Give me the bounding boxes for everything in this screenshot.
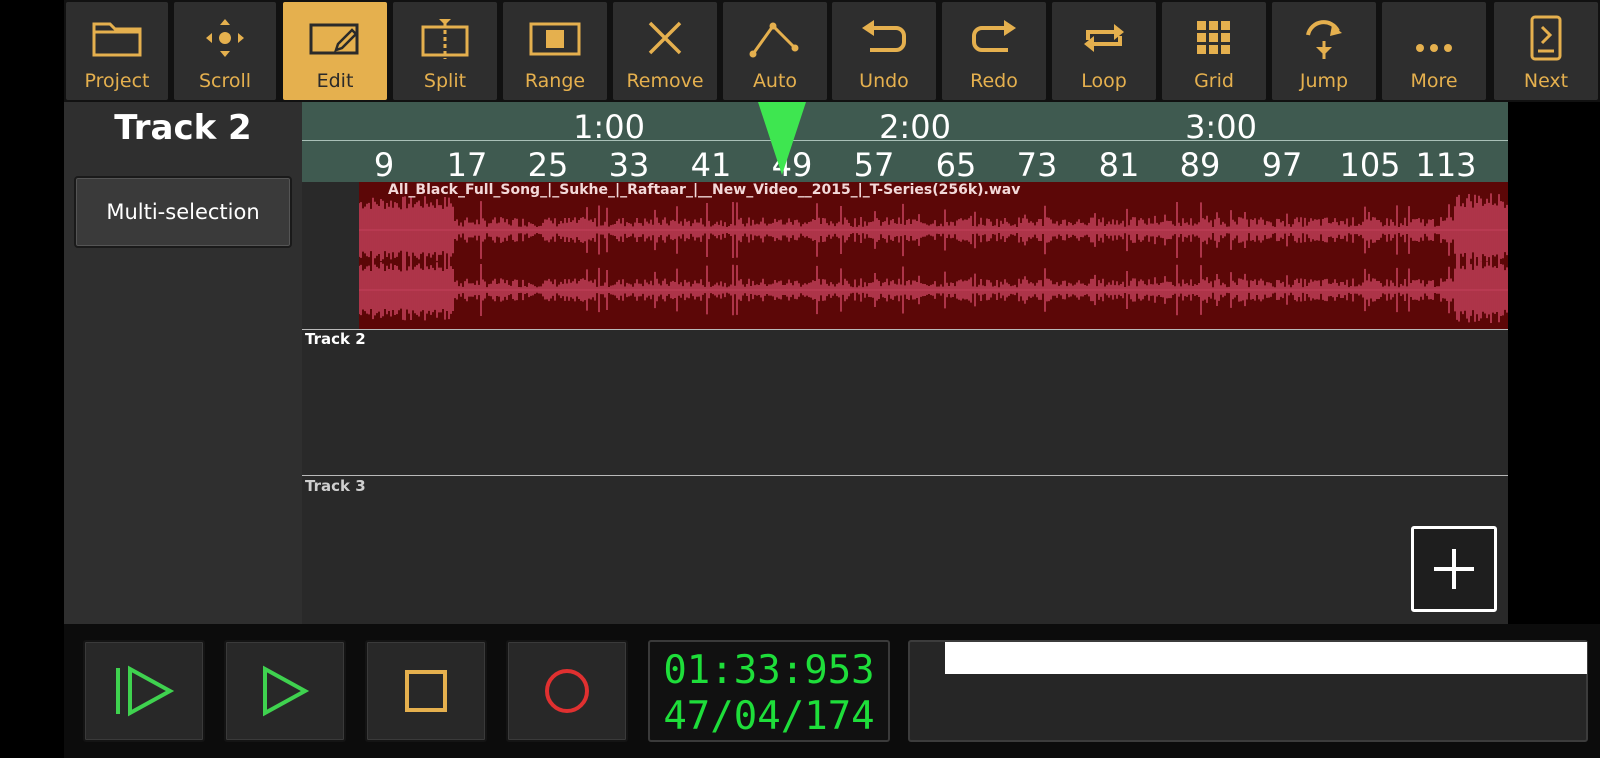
- x-icon: [637, 14, 693, 62]
- stop-button[interactable]: [365, 640, 487, 742]
- play-from-start-icon: [116, 665, 175, 717]
- ruler-bar-label: 9: [373, 146, 395, 184]
- split-button[interactable]: Split: [393, 2, 497, 100]
- edit-button[interactable]: Edit: [283, 2, 387, 100]
- pencil-box-icon: [307, 14, 363, 62]
- stop-icon: [405, 670, 447, 712]
- split-label: Split: [423, 70, 467, 92]
- more-dots-icon: [1406, 14, 1462, 62]
- auto-label: Auto: [752, 70, 798, 92]
- ruler-bar-label: 65: [935, 146, 977, 184]
- selected-track-title: Track 2: [114, 108, 252, 148]
- redo-label: Redo: [970, 70, 1018, 92]
- record-icon: [545, 669, 589, 713]
- track-divider: [302, 329, 1508, 330]
- time-readout: 01:33:953: [663, 648, 875, 693]
- scroll-label: Scroll: [198, 70, 252, 92]
- track-3-label: Track 3: [305, 477, 366, 495]
- grid-button[interactable]: Grid: [1162, 2, 1266, 100]
- ruler-bar-label: 97: [1261, 146, 1303, 184]
- remove-button[interactable]: Remove: [613, 2, 717, 100]
- play-from-start-button[interactable]: [83, 640, 205, 742]
- next-page-icon: [1518, 14, 1574, 62]
- time-counter[interactable]: 01:33:953 47/04/174: [648, 640, 890, 742]
- plus-icon: [1434, 549, 1474, 589]
- remove-label: Remove: [626, 70, 704, 92]
- ruler-bar-label: 81: [1098, 146, 1140, 184]
- overview-view-window[interactable]: [945, 642, 1587, 674]
- range-button[interactable]: Range: [503, 2, 607, 100]
- next-label: Next: [1523, 70, 1569, 92]
- undo-icon: [856, 14, 912, 62]
- play-icon: [263, 665, 310, 717]
- ruler-bar-label: 49: [771, 146, 813, 184]
- undo-label: Undo: [859, 70, 909, 92]
- undo-button[interactable]: Undo: [832, 2, 936, 100]
- range-icon: [527, 14, 583, 62]
- clip-waveform: [359, 193, 1508, 323]
- project-label: Project: [84, 70, 150, 92]
- ruler-bar-label: 105: [1339, 146, 1401, 184]
- add-track-button[interactable]: [1411, 526, 1497, 612]
- record-button[interactable]: [506, 640, 628, 742]
- jump-icon: [1296, 14, 1352, 62]
- right-edge-strip: [1508, 102, 1600, 624]
- redo-icon: [966, 14, 1022, 62]
- redo-button[interactable]: Redo: [942, 2, 1046, 100]
- loop-icon: [1076, 14, 1132, 62]
- ruler-time-label: 3:00: [1185, 108, 1257, 146]
- auto-button[interactable]: Auto: [723, 2, 827, 100]
- ruler-bar-label: 41: [690, 146, 732, 184]
- multi-selection-button[interactable]: Multi-selection: [74, 176, 292, 248]
- track-2-label: Track 2: [305, 330, 366, 348]
- folder-icon: [89, 14, 145, 62]
- ruler-bar-label: 57: [853, 146, 895, 184]
- more-label: More: [1410, 70, 1458, 92]
- track-divider: [302, 475, 1508, 476]
- ruler-bar-label: 25: [527, 146, 569, 184]
- ruler-bar-label: 89: [1179, 146, 1221, 184]
- grid-label: Grid: [1194, 70, 1234, 92]
- range-label: Range: [524, 70, 586, 92]
- loop-button[interactable]: Loop: [1052, 2, 1156, 100]
- ruler-bar-label: 33: [608, 146, 650, 184]
- play-button[interactable]: [224, 640, 346, 742]
- more-button[interactable]: More: [1382, 2, 1486, 100]
- ruler-bar-label: 113: [1415, 146, 1477, 184]
- ruler-bar-label: 73: [1016, 146, 1058, 184]
- split-icon: [417, 14, 473, 62]
- audio-clip[interactable]: [359, 182, 1508, 329]
- jump-button[interactable]: Jump: [1272, 2, 1376, 100]
- ruler-time-label: 2:00: [879, 108, 951, 146]
- edit-label: Edit: [316, 70, 354, 92]
- scroll-button[interactable]: Scroll: [174, 2, 276, 100]
- grid-icon: [1186, 14, 1242, 62]
- next-button[interactable]: Next: [1494, 2, 1598, 100]
- project-button[interactable]: Project: [66, 2, 168, 100]
- automation-icon: [747, 14, 803, 62]
- bar-beat-readout: 47/04/174: [663, 694, 875, 739]
- ruler-time-label: 1:00: [573, 108, 645, 146]
- loop-label: Loop: [1081, 70, 1127, 92]
- move-arrows-icon: [197, 14, 253, 62]
- clip-name: All_Black_Full_Song_|_Sukhe_|_Raftaar_|_…: [388, 182, 1021, 198]
- jump-label: Jump: [1299, 70, 1349, 92]
- ruler-bar-label: 17: [446, 146, 488, 184]
